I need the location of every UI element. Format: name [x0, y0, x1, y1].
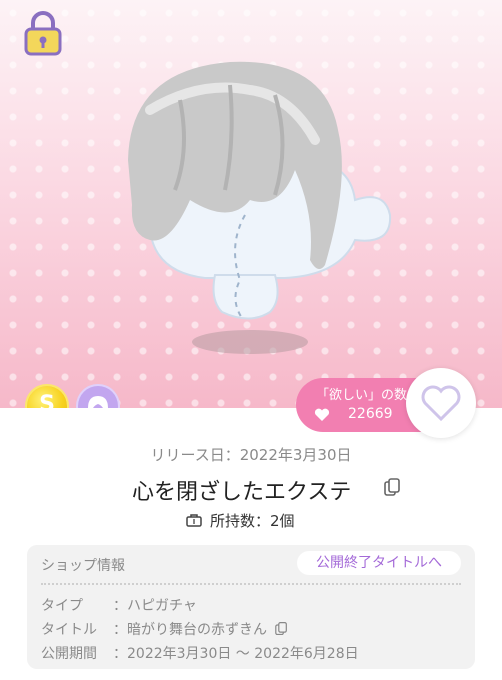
- hair-category-icon: [78, 386, 118, 408]
- wishlist-count: 22669: [348, 406, 393, 422]
- ended-titles-button[interactable]: 公開終了タイトルへ: [297, 551, 461, 575]
- info-row-period: 公開期間 ：2022年3月30日 〜 2022年6月28日: [41, 646, 359, 662]
- item-name: 心を閉ざしたエクステ: [132, 480, 352, 505]
- copy-icon[interactable]: [275, 622, 288, 635]
- heart-icon: [314, 408, 330, 421]
- coin-s-icon: S: [27, 386, 67, 408]
- lock-icon: [24, 11, 62, 56]
- shop-info-title: ショップ情報: [41, 558, 125, 574]
- hair-extension-image: [128, 61, 392, 354]
- info-row-type: タイプ ：ハピガチャ: [41, 598, 197, 614]
- wishlist-label: 「欲しい」の数: [316, 388, 408, 403]
- copy-icon[interactable]: [384, 478, 400, 496]
- info-row-title: タイトル ：暗がり舞台の赤ずきん: [41, 619, 288, 639]
- release-date: リリース日：2022年3月30日: [150, 446, 352, 464]
- heart-outline-icon: [421, 385, 461, 422]
- item-preview: S: [0, 0, 502, 408]
- shop-info-panel: ショップ情報 公開終了タイトルへ タイプ ：ハピガチャ タイトル ：暗がり舞台の赤ず…: [27, 545, 475, 669]
- like-button[interactable]: [406, 368, 476, 438]
- bag-icon: [186, 514, 202, 527]
- divider: [41, 583, 461, 585]
